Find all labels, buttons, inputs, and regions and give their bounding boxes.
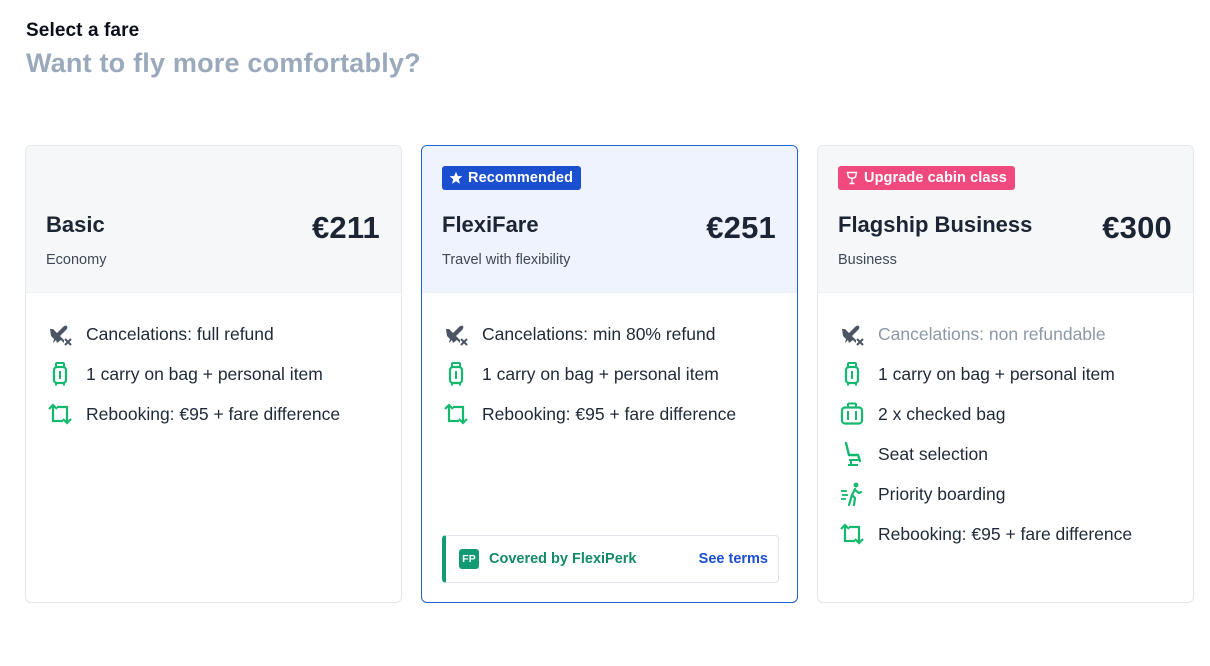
feature-text: Cancelations: full refund (86, 323, 274, 344)
page-header: Select a fare Want to fly more comfortab… (26, 20, 421, 79)
page-kicker: Select a fare (26, 20, 140, 41)
flexiperk-banner: FP Covered by FlexiPerk See terms (442, 535, 779, 583)
feature-text: Rebooking: €95 + fare difference (482, 403, 737, 424)
feature-list: Cancelations: min 80% refund 1 carry on … (422, 293, 797, 434)
fare-price: €300 (1102, 210, 1172, 245)
fare-card-flagship-business[interactable]: Upgrade cabin class Flagship Business Bu… (817, 145, 1194, 603)
upgrade-badge: Upgrade cabin class (838, 166, 1015, 190)
feature-item: Rebooking: €95 + fare difference (442, 394, 797, 434)
carry-on-bag-icon (838, 360, 866, 388)
feature-text: Seat selection (878, 443, 988, 464)
feature-item: Cancelations: min 80% refund (442, 314, 797, 354)
feature-text: Cancelations: min 80% refund (482, 323, 716, 344)
feature-text: Cancelations: non refundable (878, 323, 1106, 344)
fare-subtitle: Business (838, 252, 897, 268)
star-icon (449, 171, 463, 184)
fare-subtitle: Travel with flexibility (442, 252, 571, 268)
feature-text: Priority boarding (878, 483, 1006, 504)
feature-item: Rebooking: €95 + fare difference (46, 394, 401, 434)
feature-list: Cancelations: non refundable 1 carry on … (818, 293, 1193, 554)
feature-text: Rebooking: €95 + fare difference (878, 523, 1133, 544)
feature-item: 1 carry on bag + personal item (46, 354, 401, 394)
badge-label: Upgrade cabin class (864, 170, 1007, 186)
see-terms-link[interactable]: See terms (699, 551, 768, 567)
feature-text: 1 carry on bag + personal item (878, 363, 1115, 384)
fare-name: FlexiFare (442, 212, 539, 237)
carry-on-bag-icon (46, 360, 74, 388)
fare-card-header: Recommended FlexiFare Travel with flexib… (422, 146, 797, 293)
rebooking-icon (838, 520, 866, 548)
feature-item: Cancelations: non refundable (838, 314, 1193, 354)
plane-cancel-icon (838, 320, 866, 348)
feature-text: 1 carry on bag + personal item (482, 363, 719, 384)
page-title: Want to fly more comfortably? (26, 48, 421, 78)
fare-cards: Basic Economy €211 Cancelations: full re… (25, 145, 1194, 603)
fare-card-header: Basic Economy €211 (26, 146, 401, 293)
fare-subtitle: Economy (46, 252, 107, 268)
feature-item: 2 x checked bag (838, 394, 1193, 434)
flexiperk-logo: FP (459, 549, 479, 569)
feature-item: 1 carry on bag + personal item (442, 354, 797, 394)
plane-cancel-icon (46, 320, 74, 348)
recommended-badge: Recommended (442, 166, 582, 190)
fare-price: €211 (311, 210, 380, 245)
feature-list: Cancelations: full refund 1 carry on bag… (26, 293, 401, 434)
priority-boarding-icon (838, 480, 866, 508)
fare-card-header: Upgrade cabin class Flagship Business Bu… (818, 146, 1193, 293)
plane-cancel-icon (442, 320, 470, 348)
feature-item: 1 carry on bag + personal item (838, 354, 1193, 394)
fare-card-flexifare[interactable]: Recommended FlexiFare Travel with flexib… (421, 145, 798, 603)
cocktail-glass-icon (846, 171, 858, 185)
feature-item: Priority boarding (838, 474, 1193, 514)
seat-icon (838, 440, 866, 468)
fare-card-basic[interactable]: Basic Economy €211 Cancelations: full re… (25, 145, 402, 603)
carry-on-bag-icon (442, 360, 470, 388)
feature-item: Rebooking: €95 + fare difference (838, 514, 1193, 554)
feature-text: 2 x checked bag (878, 403, 1006, 424)
feature-item: Seat selection (838, 434, 1193, 474)
flexiperk-text: Covered by FlexiPerk (489, 551, 637, 567)
feature-text: Rebooking: €95 + fare difference (86, 403, 341, 424)
checked-bag-icon (838, 400, 866, 428)
feature-text: 1 carry on bag + personal item (86, 363, 323, 384)
rebooking-icon (442, 400, 470, 428)
fare-price: €251 (706, 210, 776, 245)
fare-name: Flagship Business (838, 212, 1033, 237)
fare-name: Basic (46, 212, 105, 237)
feature-item: Cancelations: full refund (46, 314, 401, 354)
rebooking-icon (46, 400, 74, 428)
badge-label: Recommended (468, 170, 574, 186)
